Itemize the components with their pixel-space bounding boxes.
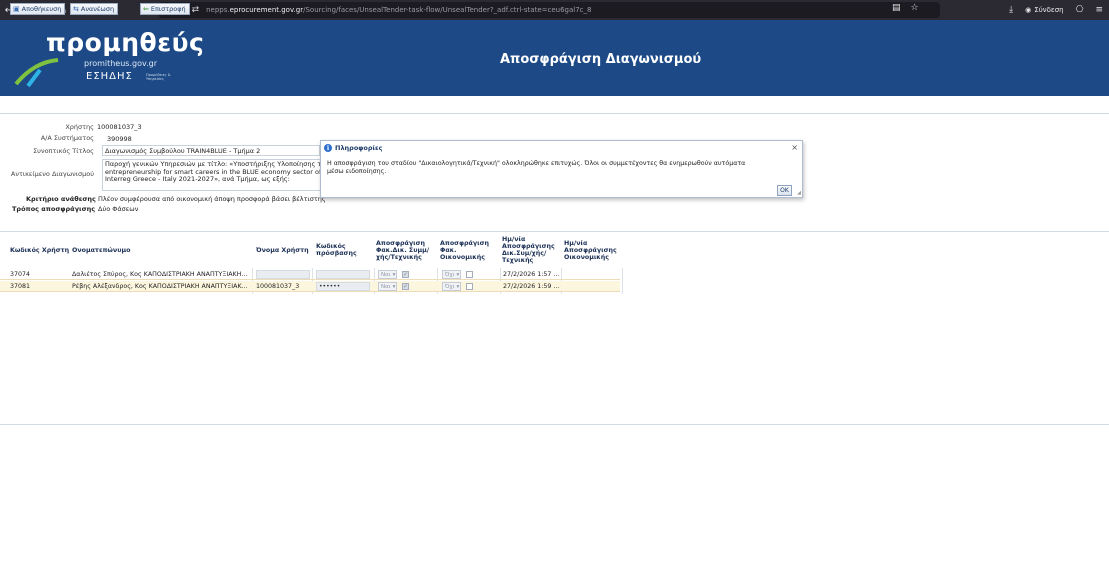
extensions-icon[interactable]: ⎔ xyxy=(1076,5,1084,15)
date-tech-cell: 27/2/2026 1:59 ... xyxy=(503,283,560,290)
subject-label: Αντικείμενο Διαγωνισμού xyxy=(10,170,94,178)
chevron-down-icon: ▾ xyxy=(392,283,396,290)
account-icon: ◉ xyxy=(1025,6,1032,14)
close-icon[interactable]: × xyxy=(791,143,798,152)
unseal-fin-checkbox[interactable] xyxy=(466,271,473,278)
logo-wordmark: προμηθεύς xyxy=(46,28,205,57)
back-arrow-icon: ⇐ xyxy=(143,5,149,13)
chevron-down-icon: ▾ xyxy=(456,283,460,290)
menu-icon[interactable]: ≡ xyxy=(1095,5,1103,15)
select-value: Όχι xyxy=(445,271,455,278)
criterion-label: Κριτήριο ανάθεσης xyxy=(26,195,96,203)
select-value: Όχι xyxy=(445,283,455,290)
select-value: Ναι xyxy=(381,271,391,278)
save-icon: ▣ xyxy=(13,5,20,13)
return-button[interactable]: ⇐ Επιστροφή xyxy=(140,3,190,15)
info-dialog: i Πληροφορίες × Η αποσφράγιση του σταδίο… xyxy=(320,140,803,198)
name-cell: Ρέβης Αλέξανδρος, Κος ΚΑΠΟΔΙΣΤΡΙΑΚΗ ΑΝΑΠ… xyxy=(72,283,248,290)
col-user-code[interactable]: Κωδικός Χρήστη xyxy=(10,232,70,268)
dialog-title: Πληροφορίες xyxy=(335,144,383,152)
col-username[interactable]: Όνομα Χρήστη xyxy=(256,232,312,268)
col-date-tech[interactable]: Ημ/νία Αποσφράγισης Δικ.Συμ/χής/ Τεχνική… xyxy=(502,232,560,268)
unseal-tech-checkbox[interactable]: ✓ xyxy=(402,271,409,278)
name-cell: Δαλιέτος Σπύρος, Κος ΚΑΠΟΔΙΣΤΡΙΑΚΗ ΑΝΑΠΤ… xyxy=(72,271,248,278)
unseal-method-value: Δύο Φάσεων xyxy=(98,205,139,213)
save-button[interactable]: ▣ Αποθήκευση xyxy=(10,3,66,15)
unseal-fin-select[interactable]: Όχι ▾ xyxy=(442,282,461,291)
col-date-fin[interactable]: Ημ/νία Αποσφράγισης Οικονομικής xyxy=(564,232,622,268)
system-no-value: 390998 xyxy=(104,133,164,143)
participants-table: Κωδικός Χρήστη Ονοματεπώνυμο Όνομα Χρήστ… xyxy=(0,231,1109,425)
col-name[interactable]: Ονοματεπώνυμο xyxy=(72,232,232,268)
unseal-tech-checkbox[interactable]: ✓ xyxy=(402,283,409,290)
chevron-down-icon: ▾ xyxy=(392,271,396,278)
subject-line: Interreg Greece - Italy 2021-2027», ανά … xyxy=(105,175,290,183)
col-unseal-fin[interactable]: Αποσφράγιση Φακ. Οικονομικής xyxy=(440,232,498,268)
url-prefix: nepps. xyxy=(206,6,230,14)
select-value: Ναι xyxy=(381,283,391,290)
table-row[interactable]: 37074 Δαλιέτος Σπύρος, Κος ΚΑΠΟΔΙΣΤΡΙΑΚΗ… xyxy=(0,269,620,280)
user-code-cell: 37074 xyxy=(10,271,31,278)
return-label: Επιστροφή xyxy=(150,5,186,13)
user-label: Χρήστης xyxy=(65,123,94,131)
action-toolbar xyxy=(0,96,1109,114)
logo-tagline: Προμήθειες & Υπηρεσίες xyxy=(146,73,171,81)
download-icon[interactable]: ⤓ xyxy=(1009,5,1013,15)
address-bar[interactable]: ⛉ 🔒︎ ⇄ nepps.eprocurement.gov.gr/Sourcin… xyxy=(158,2,940,18)
bookmark-star-icon[interactable]: ☆ xyxy=(911,3,919,13)
column-divider xyxy=(622,268,623,294)
page-title: Αποσφράγιση Διαγωνισμού xyxy=(500,52,702,67)
unseal-tech-select[interactable]: Ναι ▾ xyxy=(378,270,397,279)
username-field[interactable]: 100081037_3 xyxy=(256,281,310,292)
unseal-tech-select[interactable]: Ναι ▾ xyxy=(378,282,397,291)
user-code-cell: 37081 xyxy=(10,283,31,290)
refresh-icon: ⇆ xyxy=(73,5,79,13)
logo-swoosh-icon xyxy=(14,58,59,88)
logo-esidis: ΕΣΗΔΗΣ xyxy=(86,71,133,82)
short-title-label: Συνοπτικός Τίτλος xyxy=(33,147,94,155)
criterion-value: Πλέον συμφέρουσα από οικονομική άποψη πρ… xyxy=(98,195,326,203)
unseal-fin-select[interactable]: Όχι ▾ xyxy=(442,270,461,279)
system-no-label: Α/Α Συστήματος xyxy=(40,134,94,142)
signin-label: Σύνδεση xyxy=(1034,6,1064,14)
reader-view-icon[interactable]: ▤ xyxy=(892,3,901,13)
col-unseal-tech[interactable]: Αποσφράγιση Φακ.Δικ. Συμμ/χής/Τεχνικής xyxy=(376,232,436,268)
url-path: /Sourcing/faces/UnsealTender-task-flow/U… xyxy=(303,6,592,14)
ok-button[interactable]: OK xyxy=(777,185,792,196)
logo-domain: promitheus.gov.gr xyxy=(84,59,158,68)
info-icon: i xyxy=(324,144,332,152)
password-field[interactable]: •••••• xyxy=(316,282,370,291)
short-title-value: Διαγωνισμός Συμβούλου TRAIN4BLUE - Τμήμα… xyxy=(102,145,320,156)
signin-button[interactable]: ◉ Σύνδεση xyxy=(1025,6,1063,14)
subject-value: Παροχή γενικών Υπηρεσιών με τίτλο: «Υποσ… xyxy=(102,159,322,191)
resize-grip-icon[interactable]: ◢ xyxy=(797,190,801,196)
username-field[interactable] xyxy=(256,270,310,279)
refresh-button[interactable]: ⇆ Ανανέωση xyxy=(70,3,119,15)
unseal-method-label: Τρόπος αποσφράγισης xyxy=(12,205,96,213)
permissions-icon: ⇄ xyxy=(191,5,200,15)
user-value: 100081037_3 xyxy=(97,123,142,131)
unseal-fin-checkbox[interactable] xyxy=(466,283,473,290)
date-tech-cell: 27/2/2026 1:57 ... xyxy=(503,271,560,278)
save-label: Αποθήκευση xyxy=(21,5,62,13)
chevron-down-icon: ▾ xyxy=(456,271,460,278)
dialog-message: Η αποσφράγιση του σταδίου "Δικαιολογητικ… xyxy=(327,160,746,175)
password-field[interactable] xyxy=(316,270,370,279)
url-host: eprocurement.gov.gr xyxy=(229,6,304,14)
table-row[interactable]: 37081 Ρέβης Αλέξανδρος, Κος ΚΑΠΟΔΙΣΤΡΙΑΚ… xyxy=(0,281,620,292)
col-password[interactable]: Κωδικός πρόσβασης xyxy=(316,232,372,268)
refresh-label: Ανανέωση xyxy=(80,5,115,13)
dialog-header: i Πληροφορίες xyxy=(321,141,802,155)
